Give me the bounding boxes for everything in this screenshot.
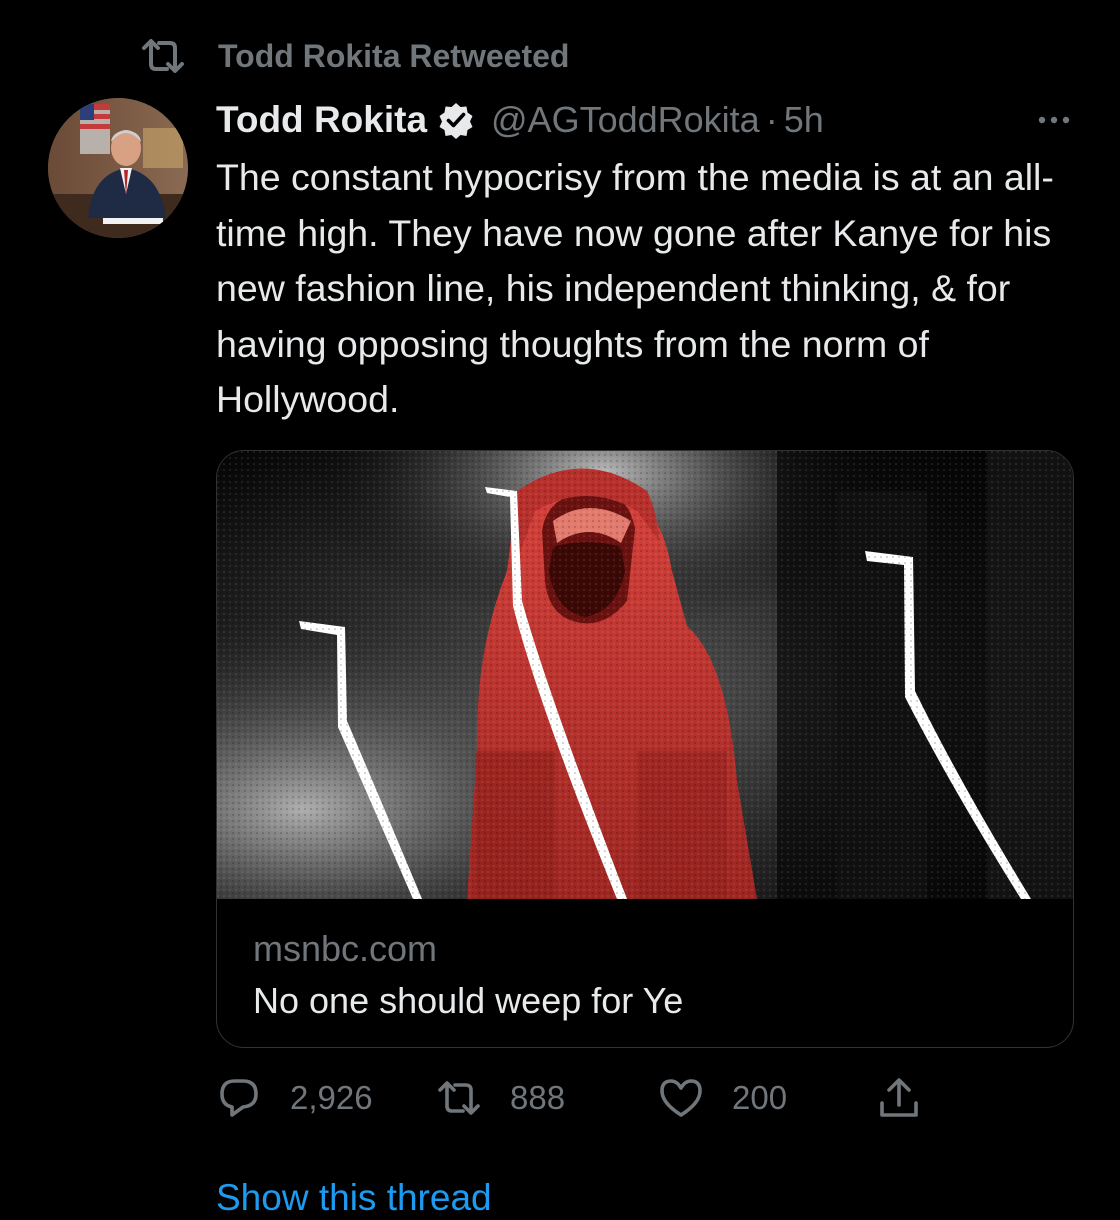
retweet-button[interactable]: 888 [436,1068,565,1128]
link-card[interactable]: msnbc.com No one should weep for Ye [216,450,1074,1048]
reply-icon [216,1075,262,1121]
tweet-header: Todd Rokita @AGToddRokita · 5h [216,92,1080,148]
avatar[interactable] [48,98,188,238]
display-name[interactable]: Todd Rokita [216,99,427,141]
timestamp[interactable]: 5h [784,99,824,141]
tweet-text: The constant hypocrisy from the media is… [216,156,1054,420]
retweet-icon [436,1075,482,1121]
card-domain: msnbc.com [253,928,438,969]
separator-dot: · [765,99,778,140]
handle[interactable]: @AGToddRokita [491,99,760,141]
retweet-count: 888 [510,1079,566,1116]
retweet-context-label: Todd Rokita Retweeted [218,37,570,74]
verified-badge-icon [437,101,475,139]
share-icon [876,1075,922,1121]
tweet-actions: 2,926 888 200 [216,1068,976,1128]
like-count: 200 [732,1079,788,1116]
article-hero-image[interactable] [217,451,1073,899]
retweet-icon [140,38,186,74]
card-meta: msnbc.com No one should weep for Ye [253,927,1043,1023]
show-thread-link[interactable]: Show this thread [216,1176,492,1220]
reply-button[interactable]: 2,926 [216,1068,373,1128]
more-options-icon[interactable] [1032,100,1076,140]
share-button[interactable] [876,1068,922,1128]
heart-icon [658,1075,704,1121]
card-title: No one should weep for Ye [253,980,684,1021]
retweet-context[interactable]: Todd Rokita Retweeted [140,34,569,78]
like-button[interactable]: 200 [658,1068,787,1128]
reply-count: 2,926 [290,1079,373,1116]
